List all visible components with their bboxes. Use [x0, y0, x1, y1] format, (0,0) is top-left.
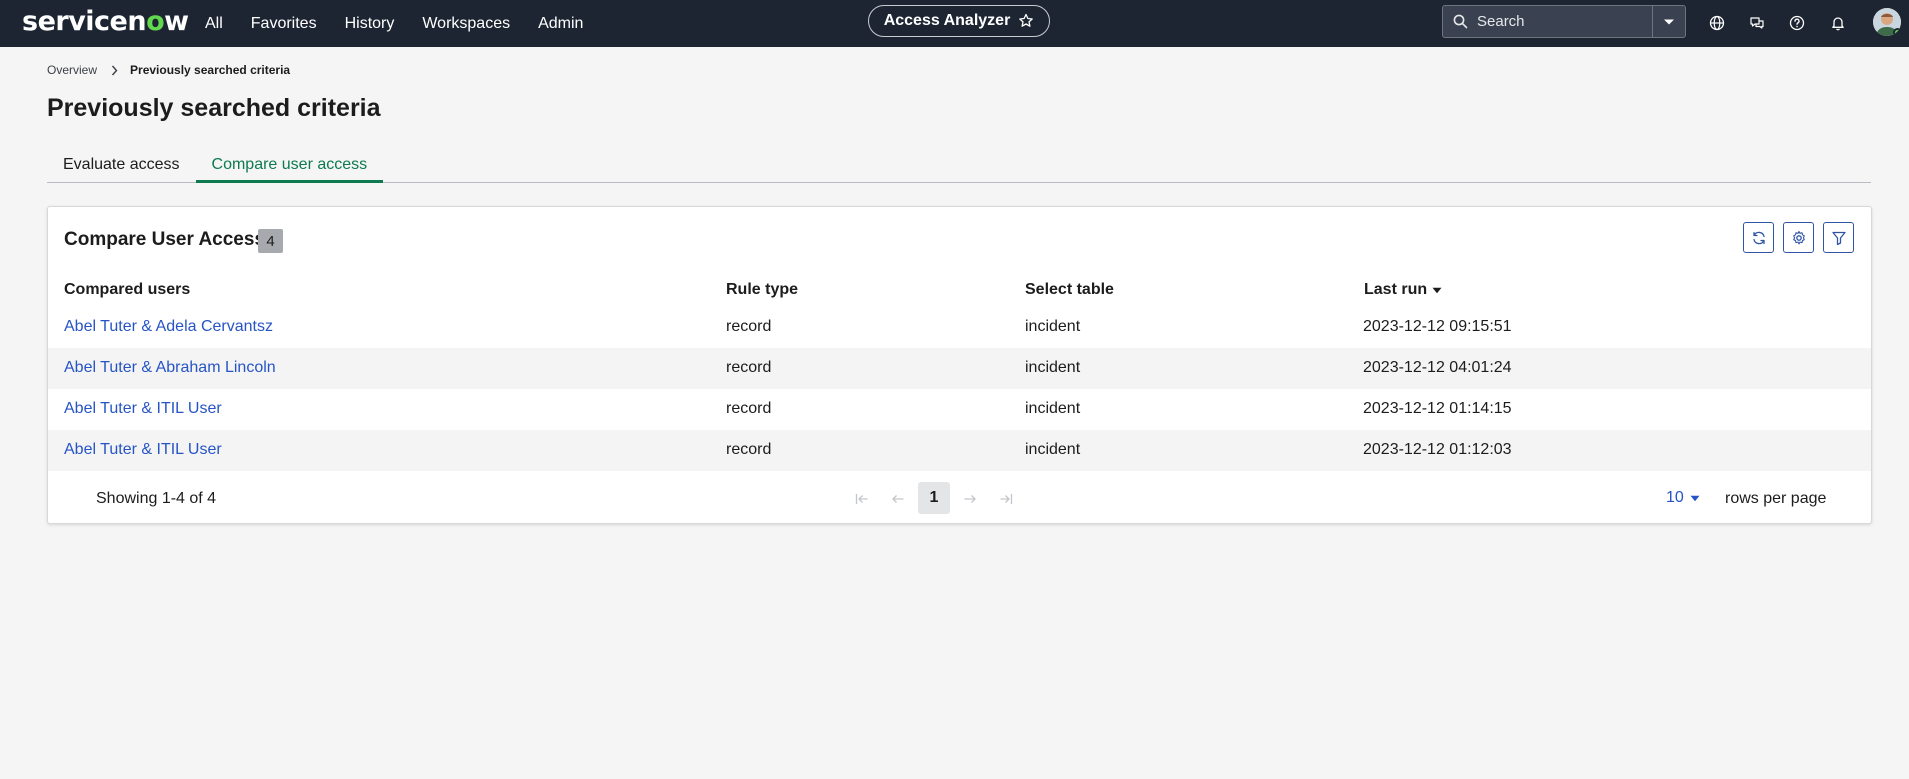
filter-icon: [1831, 231, 1846, 245]
search-scope-dropdown[interactable]: [1652, 6, 1685, 37]
column-header-rule-type[interactable]: Rule type: [726, 281, 798, 299]
gear-icon: [1792, 230, 1805, 244]
showing-count: Showing 1-4 of 4: [96, 490, 217, 507]
tab-bar: Evaluate access Compare user access: [47, 153, 1871, 183]
compare-user-access-card: Compare User Access 4 Compared users Rul…: [47, 206, 1872, 524]
column-header-last-run[interactable]: Last run: [1364, 281, 1442, 299]
page-title: Previously searched criteria: [47, 94, 381, 122]
last-run-cell: 2023-12-12 09:15:51: [1363, 318, 1512, 335]
last-page-icon: [1000, 494, 1013, 504]
globe-icon[interactable]: [1706, 12, 1728, 34]
rule-type-cell: record: [726, 441, 772, 458]
presence-status-dot: [1893, 28, 1901, 36]
first-page-button[interactable]: [852, 489, 872, 509]
rows-per-page-value: 10: [1666, 489, 1684, 506]
breadcrumb-overview[interactable]: Overview: [47, 63, 97, 77]
breadcrumb: Overview Previously searched criteria: [47, 63, 290, 77]
nav-item-workspaces[interactable]: Workspaces: [422, 15, 510, 33]
rule-type-cell: record: [726, 359, 772, 376]
search-input[interactable]: Search: [1477, 13, 1652, 30]
chat-icon[interactable]: [1746, 12, 1768, 34]
logo-text-o: o: [146, 5, 165, 37]
nav-item-history[interactable]: History: [345, 15, 395, 33]
table-header: Compared users Rule type Select table La…: [48, 275, 1871, 307]
servicenow-logo[interactable]: servicen o w: [22, 5, 189, 37]
last-page-button[interactable]: [996, 489, 1016, 509]
logo-text-prefix: servicen: [22, 5, 147, 37]
next-page-button[interactable]: [960, 489, 980, 509]
compared-users-link[interactable]: Abel Tuter & ITIL User: [64, 400, 222, 418]
breadcrumb-current: Previously searched criteria: [130, 63, 291, 77]
arrow-left-icon: [892, 495, 904, 503]
select-table-cell: incident: [1025, 359, 1081, 376]
global-search[interactable]: Search: [1442, 5, 1686, 38]
column-header-compared-users[interactable]: Compared users: [64, 281, 190, 299]
settings-button[interactable]: [1783, 222, 1814, 253]
current-page-button[interactable]: 1: [918, 482, 950, 514]
last-run-cell: 2023-12-12 04:01:24: [1363, 359, 1512, 376]
nav-item-all[interactable]: All: [205, 15, 223, 33]
card-title: Compare User Access: [64, 229, 266, 250]
rows-per-page-select[interactable]: 10: [1666, 489, 1700, 507]
chevron-down-icon: [1690, 495, 1700, 502]
select-table-cell: incident: [1025, 318, 1081, 335]
nav-item-admin[interactable]: Admin: [538, 15, 583, 33]
compared-users-link[interactable]: Abel Tuter & Abraham Lincoln: [64, 359, 276, 377]
first-page-icon: [855, 494, 868, 504]
rule-type-cell: record: [726, 400, 772, 417]
help-icon[interactable]: [1786, 12, 1808, 34]
star-icon[interactable]: [1018, 13, 1034, 29]
select-table-cell: incident: [1025, 441, 1081, 458]
top-nav: servicen o w All Favorites History Workspa…: [0, 0, 1909, 47]
chevron-down-icon: [1664, 19, 1674, 24]
table-row: Abel Tuter & ITIL User record incident 2…: [48, 389, 1871, 430]
nav-item-favorites[interactable]: Favorites: [251, 15, 317, 33]
chevron-right-icon: [111, 65, 118, 76]
last-run-cell: 2023-12-12 01:14:15: [1363, 400, 1512, 417]
column-header-select-table[interactable]: Select table: [1025, 281, 1114, 299]
record-count-badge: 4: [258, 229, 283, 253]
table-row: Abel Tuter & ITIL User record incident 2…: [48, 430, 1871, 471]
table-row: Abel Tuter & Abraham Lincoln record inci…: [48, 348, 1871, 389]
table-row: Abel Tuter & Adela Cervantsz record inci…: [48, 307, 1871, 348]
app-name-pill[interactable]: Access Analyzer: [868, 5, 1050, 37]
user-avatar[interactable]: [1873, 8, 1901, 36]
refresh-button[interactable]: [1743, 222, 1774, 253]
tab-compare-user-access[interactable]: Compare user access: [195, 153, 384, 183]
select-table-cell: incident: [1025, 400, 1081, 417]
sort-descending-icon: [1432, 287, 1442, 294]
logo-text-suffix: w: [164, 5, 189, 37]
pagination-bar: Showing 1-4 of 4 1 10 rows per page: [48, 475, 1871, 523]
nav-menu: All Favorites History Workspaces Admin: [205, 0, 611, 47]
search-icon: [1453, 14, 1468, 29]
filter-button[interactable]: [1823, 222, 1854, 253]
refresh-icon: [1752, 231, 1765, 244]
tab-evaluate-access[interactable]: Evaluate access: [47, 153, 196, 183]
arrow-right-icon: [964, 495, 976, 503]
rule-type-cell: record: [726, 318, 772, 335]
column-header-last-run-label: Last run: [1364, 281, 1428, 298]
compared-users-link[interactable]: Abel Tuter & ITIL User: [64, 441, 222, 459]
previous-page-button[interactable]: [888, 489, 908, 509]
app-name: Access Analyzer: [883, 12, 1011, 29]
bell-icon[interactable]: [1827, 12, 1849, 34]
last-run-cell: 2023-12-12 01:12:03: [1363, 441, 1512, 458]
rows-per-page-label: rows per page: [1725, 490, 1827, 507]
compared-users-link[interactable]: Abel Tuter & Adela Cervantsz: [64, 318, 273, 336]
